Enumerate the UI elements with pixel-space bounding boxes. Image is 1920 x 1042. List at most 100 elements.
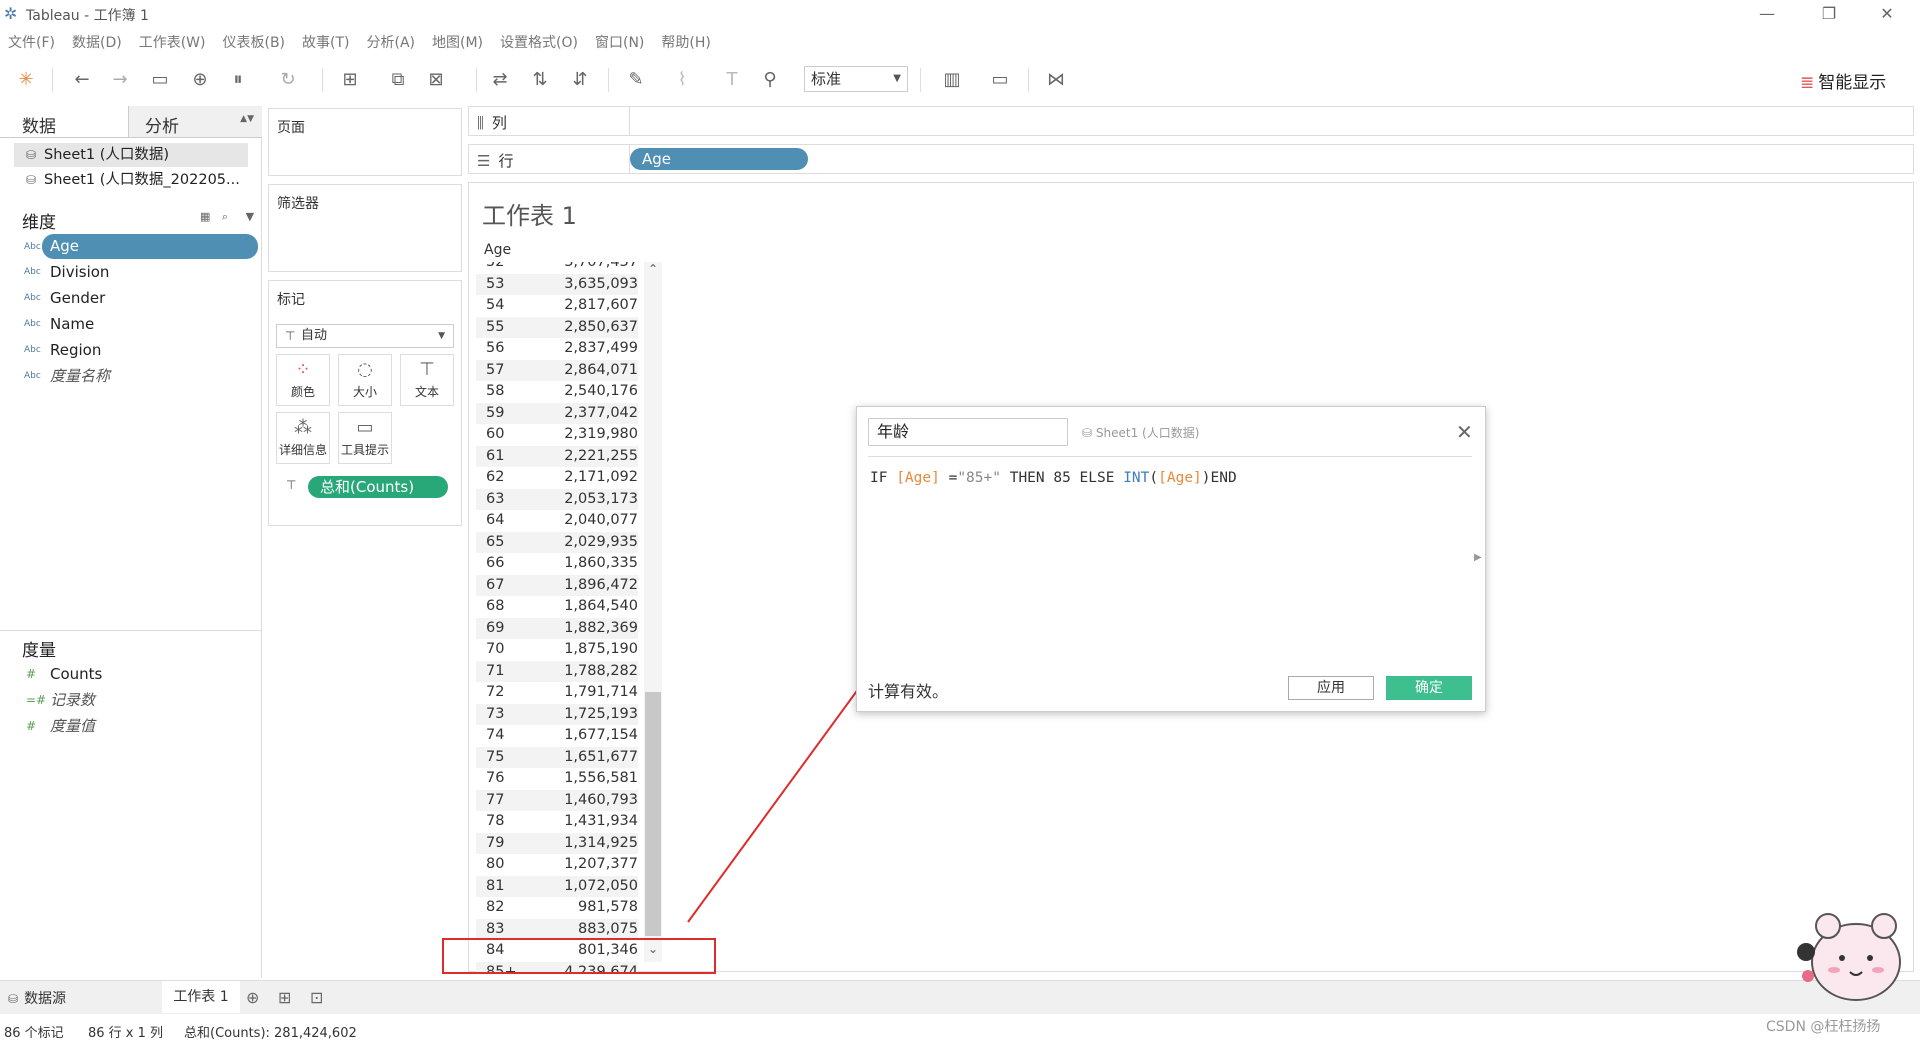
table-row[interactable]: 78 1,431,934 xyxy=(476,811,638,832)
pages-card[interactable]: 页面 xyxy=(268,108,462,176)
show-me-button[interactable]: ≣ 智能显示 xyxy=(1800,68,1886,93)
show-labels-icon[interactable]: T xyxy=(720,68,744,92)
table-row[interactable]: 67 1,896,472 xyxy=(476,574,638,596)
table-row[interactable]: 60 2,319,980 xyxy=(476,424,638,445)
table-row[interactable]: 52 3,707,437 xyxy=(476,262,638,273)
datasource-item[interactable]: ⛁ Sheet1 (人口数据) xyxy=(14,143,248,167)
redo-icon[interactable]: → xyxy=(108,68,132,92)
field-gender[interactable]: Abc Gender xyxy=(22,286,258,311)
menu-format[interactable]: 设置格式(O) xyxy=(500,32,578,52)
menu-analysis[interactable]: 分析(A) xyxy=(367,32,416,52)
tooltip-button[interactable]: ▭ 工具提示 xyxy=(338,412,392,464)
table-row[interactable]: 68 1,864,540 xyxy=(476,596,638,617)
table-row[interactable]: 73 1,725,193 xyxy=(476,703,638,725)
table-row[interactable]: 59 2,377,042 xyxy=(476,402,638,424)
table-row[interactable]: 75 1,651,677 xyxy=(476,746,638,768)
new-dashboard-icon[interactable]: ⊞ xyxy=(278,988,291,1007)
field-measure-names[interactable]: Abc 度量名称 xyxy=(22,364,258,389)
menu-map[interactable]: 地图(M) xyxy=(432,32,483,52)
fix-axes-icon[interactable]: ⚲ xyxy=(758,68,782,92)
table-row[interactable]: 53 3,635,093 xyxy=(476,273,638,295)
table-row[interactable]: 81 1,072,050 xyxy=(476,875,638,897)
columns-shelf[interactable]: ⫼ 列 xyxy=(468,106,1914,136)
text-button[interactable]: ⊤ 文本 xyxy=(400,354,454,406)
table-row[interactable]: 55 2,850,637 xyxy=(476,316,638,338)
close-icon[interactable]: ✕ xyxy=(1456,420,1473,444)
calc-name-input[interactable]: 年龄 xyxy=(868,418,1068,446)
table-row[interactable]: 79 1,314,925 xyxy=(476,832,638,854)
tab-sheet-1[interactable]: 工作表 1 xyxy=(162,981,240,1013)
table-row[interactable]: 58 2,540,176 xyxy=(476,381,638,402)
pause-updates-icon[interactable]: ⏸ xyxy=(226,68,250,92)
restore-button[interactable]: ❐ xyxy=(1806,2,1852,26)
search-icon[interactable]: ⌕ xyxy=(222,210,228,223)
duplicate-sheet-icon[interactable]: ⧉ xyxy=(386,68,410,92)
table-row[interactable]: 80 1,207,377 xyxy=(476,854,638,875)
expand-functions-icon[interactable]: ▶ xyxy=(1474,552,1482,563)
save-icon[interactable]: ▭ xyxy=(148,68,172,92)
table-row[interactable]: 63 2,053,173 xyxy=(476,488,638,510)
field-age[interactable]: Age xyxy=(42,234,258,259)
table-row[interactable]: 83 883,075 xyxy=(476,918,638,940)
sum-counts-pill[interactable]: 总和(Counts) xyxy=(308,476,448,498)
menu-worksheet[interactable]: 工作表(W) xyxy=(139,32,206,52)
share-icon[interactable]: ⋈ xyxy=(1044,68,1068,92)
color-button[interactable]: ⁘ 颜色 xyxy=(276,354,330,406)
new-worksheet-icon[interactable]: ⊞ xyxy=(338,68,362,92)
highlight-icon[interactable]: ✎ xyxy=(624,68,648,92)
table-row[interactable]: 69 1,882,369 xyxy=(476,617,638,639)
menu-dashboard[interactable]: 仪表板(B) xyxy=(222,32,285,52)
field-division[interactable]: Abc Division xyxy=(22,260,258,285)
field-name[interactable]: Abc Name xyxy=(22,312,258,337)
fit-dropdown[interactable]: 标准 ▼ xyxy=(804,66,908,92)
swap-rows-columns-icon[interactable]: ⇄ xyxy=(488,68,512,92)
tableau-home-icon[interactable]: ✳ xyxy=(14,68,38,92)
size-button[interactable]: ◌ 大小 xyxy=(338,354,392,406)
tab-datasource[interactable]: ⛁ 数据源 xyxy=(8,988,66,1008)
age-header[interactable]: Age xyxy=(484,242,511,258)
table-row[interactable]: 66 1,860,335 xyxy=(476,553,638,574)
apply-button[interactable]: 应用 xyxy=(1288,676,1374,700)
menu-file[interactable]: 文件(F) xyxy=(8,32,55,52)
field-region[interactable]: Abc Region xyxy=(22,338,258,363)
scroll-up-icon[interactable]: ⌃ xyxy=(644,262,662,276)
new-datasource-icon[interactable]: ⊕ xyxy=(188,68,212,92)
table-row[interactable]: 57 2,864,071 xyxy=(476,359,638,381)
sort-descending-icon[interactable]: ⇵ xyxy=(568,68,592,92)
show-cards-icon[interactable]: ▥ xyxy=(940,68,964,92)
table-row[interactable]: 71 1,788,282 xyxy=(476,660,638,682)
field-record-count[interactable]: =# 记录数 xyxy=(22,688,258,713)
scrollbar-thumb[interactable] xyxy=(645,692,661,936)
menu-window[interactable]: 窗口(N) xyxy=(595,32,644,52)
field-counts[interactable]: # Counts xyxy=(22,662,258,687)
sort-ascending-icon[interactable]: ⇅ xyxy=(528,68,552,92)
mark-type-dropdown[interactable]: ⊤ 自动 ▼ xyxy=(276,324,454,348)
table-row[interactable]: 82 981,578 xyxy=(476,897,638,918)
tab-analysis[interactable]: 分析 ▲▼ xyxy=(128,106,262,138)
menu-story[interactable]: 故事(T) xyxy=(302,32,349,52)
table-row[interactable]: 70 1,875,190 xyxy=(476,639,638,660)
pane-divider[interactable] xyxy=(0,630,262,631)
refresh-icon[interactable]: ↻ xyxy=(276,68,300,92)
table-row[interactable]: 56 2,837,499 xyxy=(476,338,638,359)
table-row[interactable]: 62 2,171,092 xyxy=(476,467,638,488)
formula-editor[interactable]: IF [Age] ="85+" THEN 85 ELSE INT([Age])E… xyxy=(870,470,1237,486)
minimize-button[interactable]: — xyxy=(1744,2,1790,26)
table-row[interactable]: 61 2,221,255 xyxy=(476,445,638,467)
clear-sheet-icon[interactable]: ⊠ xyxy=(424,68,448,92)
menu-data[interactable]: 数据(D) xyxy=(72,32,122,52)
presentation-mode-icon[interactable]: ▭ xyxy=(988,68,1012,92)
table-row[interactable]: 76 1,556,581 xyxy=(476,768,638,789)
new-story-icon[interactable]: ⊡ xyxy=(310,988,323,1007)
detail-button[interactable]: ⁂ 详细信息 xyxy=(276,412,330,464)
undo-icon[interactable]: ← xyxy=(70,68,94,92)
field-measure-values[interactable]: # 度量值 xyxy=(22,714,258,739)
table-row[interactable]: 64 2,040,077 xyxy=(476,510,638,531)
datasource-item[interactable]: ⛁ Sheet1 (人口数据_202205... xyxy=(14,168,248,192)
new-worksheet-icon[interactable]: ⊕ xyxy=(246,988,259,1007)
table-row[interactable]: 74 1,677,154 xyxy=(476,725,638,746)
table-row[interactable]: 54 2,817,607 xyxy=(476,295,638,316)
view-toggle-icon[interactable]: ▦ xyxy=(200,210,210,223)
tab-data[interactable]: 数据 xyxy=(0,106,128,138)
chevron-down-icon[interactable]: ▼ xyxy=(246,210,254,223)
